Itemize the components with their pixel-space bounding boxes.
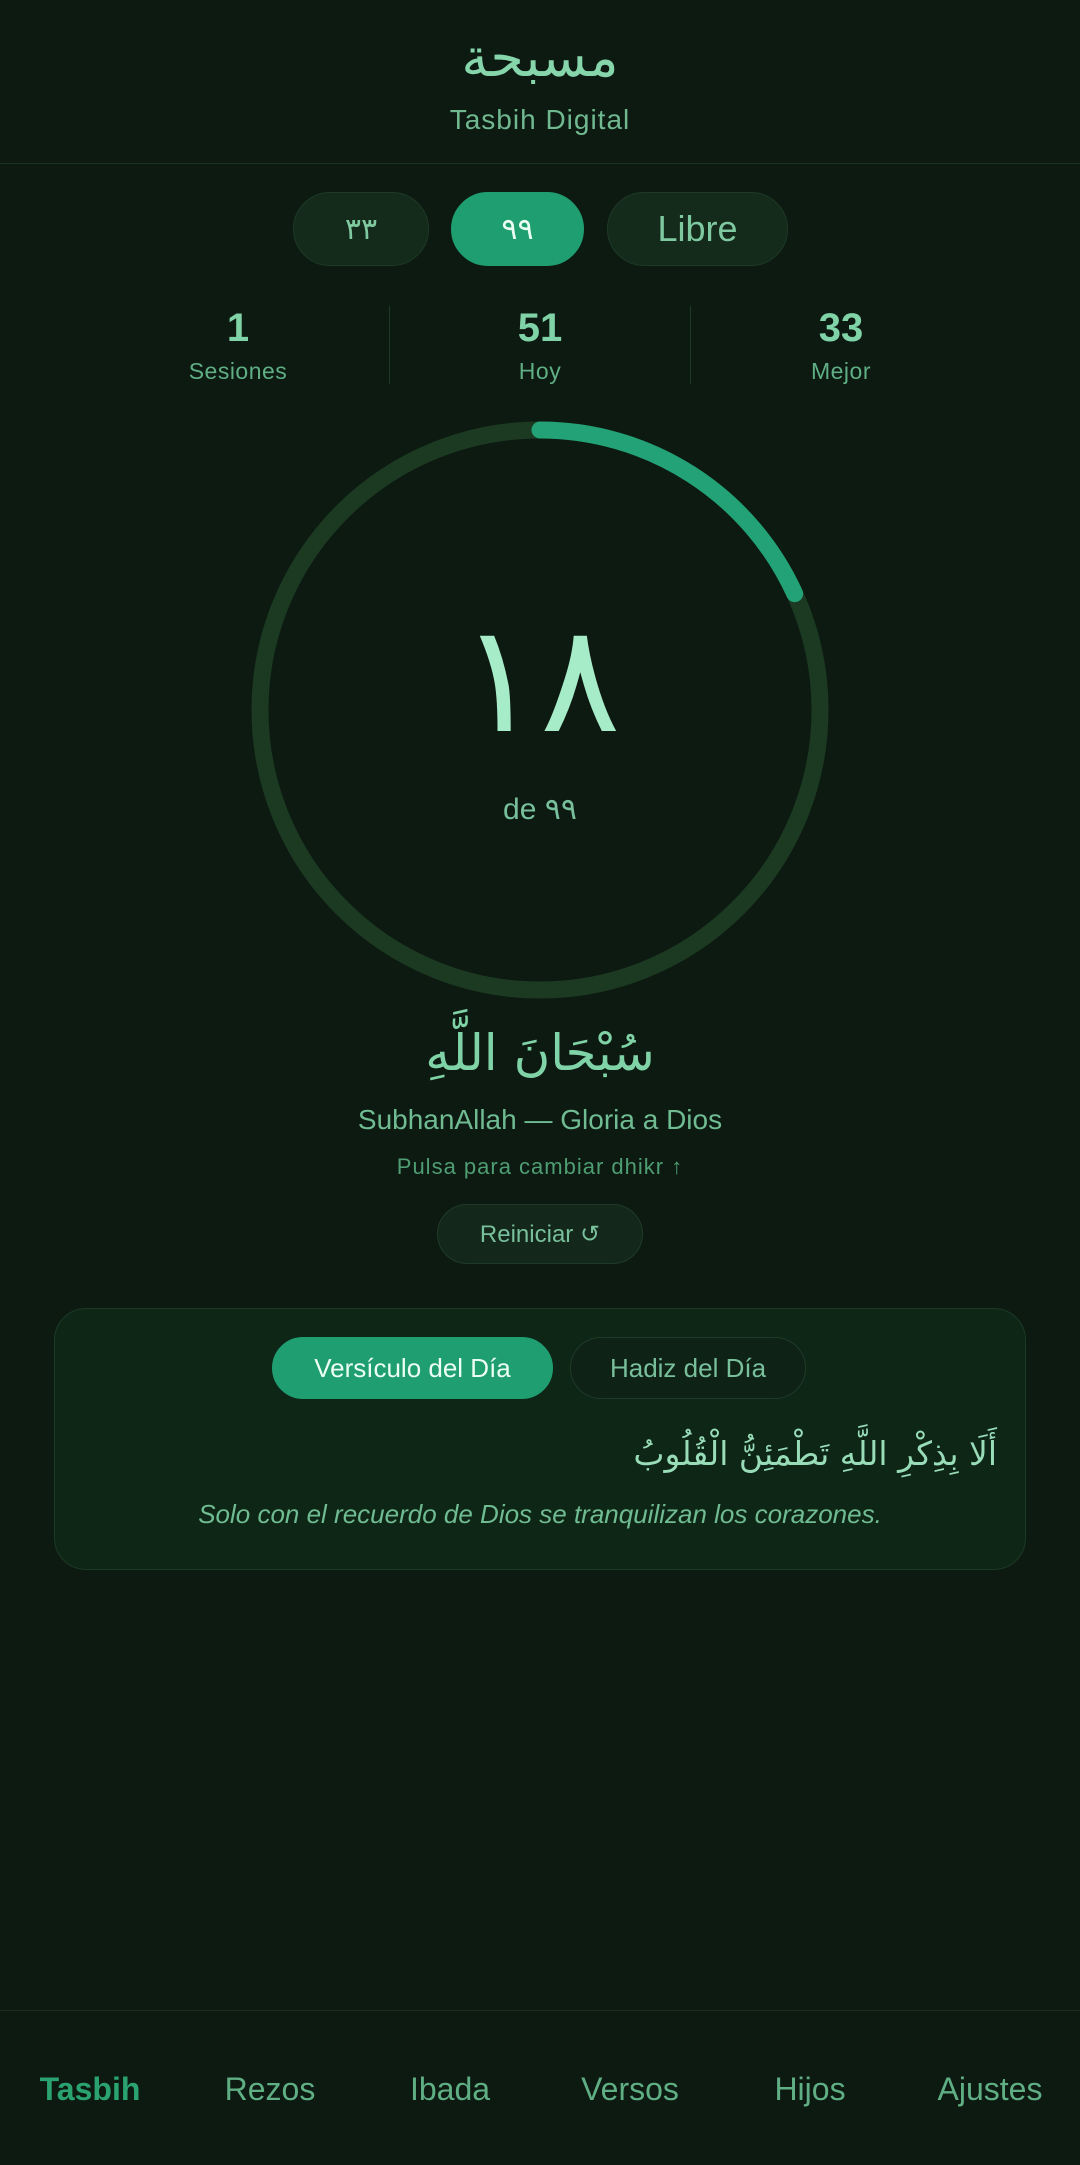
- stat-best-label: Mejor: [810, 358, 871, 384]
- count-value: ١٨: [459, 593, 621, 767]
- stat-best-value: 33: [818, 306, 864, 350]
- stat-best: 33 Mejor: [691, 300, 991, 385]
- nav-item-versos[interactable]: Versos: [540, 2071, 720, 2108]
- counter-ring-button[interactable]: ١٨ de ٩٩: [250, 420, 830, 1000]
- nav-item-ibada[interactable]: Ibada: [360, 2071, 540, 2108]
- tab-hadith-of-day[interactable]: Hadiz del Día: [570, 1337, 806, 1399]
- bottom-nav: Tasbih Rezos Ibada Versos Hijos Ajustes: [0, 2010, 1080, 2165]
- mode-99-button[interactable]: ٩٩: [451, 192, 584, 266]
- stat-sessions-label: Sesiones: [188, 358, 288, 384]
- nav-item-ajustes[interactable]: Ajustes: [900, 2071, 1080, 2108]
- stat-today: 51 Hoy: [390, 300, 690, 385]
- nav-item-hijos[interactable]: Hijos: [720, 2071, 900, 2108]
- nav-item-rezos[interactable]: Rezos: [180, 2071, 360, 2108]
- app-title: مسبحة: [461, 26, 619, 89]
- tasbih-screen: مسبحة Tasbih Digital ٣٣ ٩٩ Libre 1 Sesio…: [0, 0, 1080, 2165]
- verse-translation: Solo con el recuerdo de Dios se tranquil…: [198, 1499, 882, 1529]
- stat-sessions: 1 Sesiones: [88, 300, 388, 385]
- app-header: مسبحة Tasbih Digital: [0, 0, 1080, 164]
- mode-33-button[interactable]: ٣٣: [293, 192, 429, 266]
- progress-ring-fill: [531, 421, 804, 603]
- verse-arabic: أَلَا بِذِكْرِ اللَّهِ تَطْمَئِنُّ الْقُ…: [633, 1434, 997, 1473]
- dhikr-hint: Pulsa para cambiar dhikr ↑: [396, 1154, 684, 1179]
- stat-today-label: Hoy: [518, 358, 562, 384]
- verse-card: Versículo del Día Hadiz del Día أَلَا بِ…: [54, 1308, 1026, 1570]
- dhikr-arabic[interactable]: سُبْحَانَ اللَّهِ: [0, 1018, 1080, 1088]
- stats-row: 1 Sesiones 51 Hoy 33 Mejor: [0, 300, 1080, 390]
- stat-sessions-value: 1: [226, 306, 250, 350]
- app-subtitle: Tasbih Digital: [449, 104, 631, 135]
- reset-button[interactable]: Reiniciar ↺: [437, 1204, 643, 1264]
- count-target: de ٩٩: [503, 793, 577, 826]
- nav-item-tasbih[interactable]: Tasbih: [0, 2071, 180, 2108]
- tab-verse-of-day[interactable]: Versículo del Día: [272, 1337, 553, 1399]
- stat-today-value: 51: [517, 306, 563, 350]
- mode-selector: ٣٣ ٩٩ Libre: [0, 192, 1080, 266]
- mode-free-button[interactable]: Libre: [607, 192, 788, 266]
- dhikr-translation: SubhanAllah — Gloria a Dios: [357, 1104, 723, 1135]
